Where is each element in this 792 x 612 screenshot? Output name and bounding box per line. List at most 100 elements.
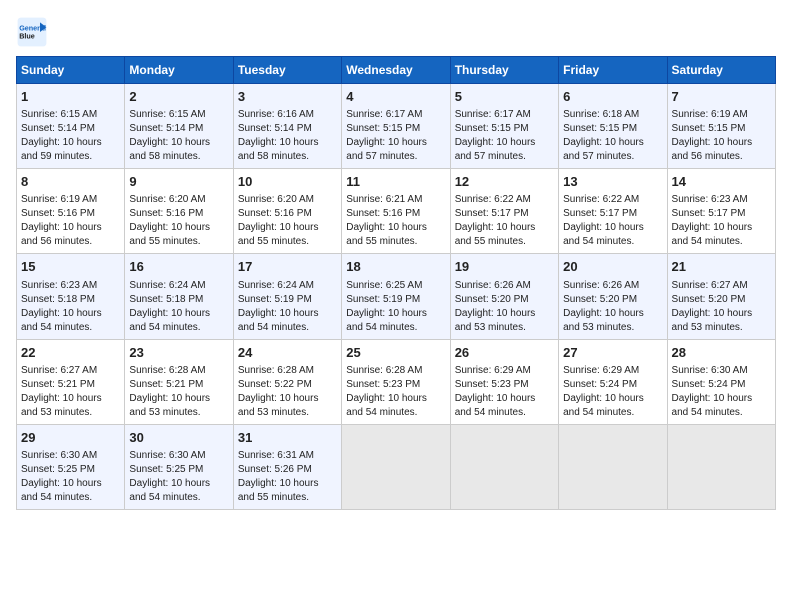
day-number: 6 xyxy=(563,88,662,106)
day-info: Sunset: 5:20 PM xyxy=(455,293,554,307)
day-info: Sunrise: 6:31 AM xyxy=(238,449,337,463)
day-number: 22 xyxy=(21,344,120,362)
day-info: Sunset: 5:18 PM xyxy=(129,293,228,307)
day-info: Daylight: 10 hours xyxy=(672,221,771,235)
day-info: Daylight: 10 hours xyxy=(129,477,228,491)
day-info: and 54 minutes. xyxy=(346,321,445,335)
calendar-cell xyxy=(667,424,775,509)
column-header-saturday: Saturday xyxy=(667,57,775,84)
day-info: Daylight: 10 hours xyxy=(563,136,662,150)
calendar-cell: 24Sunrise: 6:28 AMSunset: 5:22 PMDayligh… xyxy=(233,339,341,424)
calendar-cell: 21Sunrise: 6:27 AMSunset: 5:20 PMDayligh… xyxy=(667,254,775,339)
day-info: Sunrise: 6:29 AM xyxy=(563,364,662,378)
day-number: 5 xyxy=(455,88,554,106)
day-info: and 53 minutes. xyxy=(238,406,337,420)
calendar-cell: 19Sunrise: 6:26 AMSunset: 5:20 PMDayligh… xyxy=(450,254,558,339)
day-info: Sunset: 5:14 PM xyxy=(21,122,120,136)
day-info: and 53 minutes. xyxy=(21,406,120,420)
column-header-thursday: Thursday xyxy=(450,57,558,84)
day-info: Sunset: 5:16 PM xyxy=(129,207,228,221)
calendar-cell: 12Sunrise: 6:22 AMSunset: 5:17 PMDayligh… xyxy=(450,169,558,254)
day-info: Sunrise: 6:16 AM xyxy=(238,108,337,122)
day-info: and 54 minutes. xyxy=(21,491,120,505)
day-number: 19 xyxy=(455,258,554,276)
day-number: 21 xyxy=(672,258,771,276)
day-info: and 56 minutes. xyxy=(21,235,120,249)
calendar-cell: 10Sunrise: 6:20 AMSunset: 5:16 PMDayligh… xyxy=(233,169,341,254)
day-info: Sunset: 5:15 PM xyxy=(563,122,662,136)
day-info: and 58 minutes. xyxy=(238,150,337,164)
day-info: Sunrise: 6:26 AM xyxy=(563,279,662,293)
day-info: Sunset: 5:16 PM xyxy=(346,207,445,221)
day-info: Daylight: 10 hours xyxy=(21,477,120,491)
day-info: Sunrise: 6:30 AM xyxy=(129,449,228,463)
day-info: Daylight: 10 hours xyxy=(238,477,337,491)
calendar-cell xyxy=(450,424,558,509)
day-number: 3 xyxy=(238,88,337,106)
day-info: and 54 minutes. xyxy=(346,406,445,420)
calendar-week-row: 29Sunrise: 6:30 AMSunset: 5:25 PMDayligh… xyxy=(17,424,776,509)
day-number: 29 xyxy=(21,429,120,447)
day-info: Sunrise: 6:25 AM xyxy=(346,279,445,293)
day-info: Sunrise: 6:24 AM xyxy=(129,279,228,293)
day-info: and 56 minutes. xyxy=(672,150,771,164)
day-number: 9 xyxy=(129,173,228,191)
day-info: Sunrise: 6:19 AM xyxy=(672,108,771,122)
column-header-monday: Monday xyxy=(125,57,233,84)
calendar-cell: 11Sunrise: 6:21 AMSunset: 5:16 PMDayligh… xyxy=(342,169,450,254)
calendar-cell: 1Sunrise: 6:15 AMSunset: 5:14 PMDaylight… xyxy=(17,84,125,169)
day-info: and 54 minutes. xyxy=(129,321,228,335)
day-info: Daylight: 10 hours xyxy=(129,221,228,235)
day-info: Sunrise: 6:20 AM xyxy=(129,193,228,207)
day-number: 12 xyxy=(455,173,554,191)
day-info: Sunrise: 6:29 AM xyxy=(455,364,554,378)
day-info: Sunset: 5:15 PM xyxy=(455,122,554,136)
day-info: Daylight: 10 hours xyxy=(455,392,554,406)
day-info: Daylight: 10 hours xyxy=(455,221,554,235)
day-info: and 55 minutes. xyxy=(238,491,337,505)
calendar-cell: 9 Sunrise: 6:20 AMSunset: 5:16 PMDaylight… xyxy=(125,169,233,254)
calendar-cell: 8Sunrise: 6:19 AMSunset: 5:16 PMDaylight… xyxy=(17,169,125,254)
calendar-cell: 29Sunrise: 6:30 AMSunset: 5:25 PMDayligh… xyxy=(17,424,125,509)
day-info: Daylight: 10 hours xyxy=(238,307,337,321)
day-info: Daylight: 10 hours xyxy=(563,221,662,235)
calendar-table: SundayMondayTuesdayWednesdayThursdayFrid… xyxy=(16,56,776,510)
day-info: Daylight: 10 hours xyxy=(21,221,120,235)
day-info: Daylight: 10 hours xyxy=(346,307,445,321)
day-info: and 55 minutes. xyxy=(346,235,445,249)
day-info: Sunrise: 6:15 AM xyxy=(129,108,228,122)
day-info: and 55 minutes. xyxy=(455,235,554,249)
day-number: 2 xyxy=(129,88,228,106)
calendar-cell: 5Sunrise: 6:17 AMSunset: 5:15 PMDaylight… xyxy=(450,84,558,169)
day-info: Sunset: 5:25 PM xyxy=(129,463,228,477)
day-info: Daylight: 10 hours xyxy=(563,392,662,406)
day-info: Daylight: 10 hours xyxy=(346,136,445,150)
calendar-week-row: 8Sunrise: 6:19 AMSunset: 5:16 PMDaylight… xyxy=(17,169,776,254)
day-info: and 59 minutes. xyxy=(21,150,120,164)
day-info: Sunrise: 6:30 AM xyxy=(672,364,771,378)
day-info: Sunrise: 6:26 AM xyxy=(455,279,554,293)
calendar-cell: 23Sunrise: 6:28 AMSunset: 5:21 PMDayligh… xyxy=(125,339,233,424)
day-info: Sunset: 5:19 PM xyxy=(346,293,445,307)
day-info: and 54 minutes. xyxy=(563,235,662,249)
day-number: 10 xyxy=(238,173,337,191)
day-info: Daylight: 10 hours xyxy=(672,136,771,150)
day-info: Daylight: 10 hours xyxy=(238,221,337,235)
calendar-week-row: 22Sunrise: 6:27 AMSunset: 5:21 PMDayligh… xyxy=(17,339,776,424)
day-info: Sunset: 5:14 PM xyxy=(238,122,337,136)
day-info: Sunrise: 6:28 AM xyxy=(346,364,445,378)
day-info: Daylight: 10 hours xyxy=(129,392,228,406)
day-info: and 53 minutes. xyxy=(455,321,554,335)
day-number: 30 xyxy=(129,429,228,447)
day-info: Sunset: 5:25 PM xyxy=(21,463,120,477)
day-number: 24 xyxy=(238,344,337,362)
day-info: Sunset: 5:17 PM xyxy=(563,207,662,221)
calendar-cell: 18Sunrise: 6:25 AMSunset: 5:19 PMDayligh… xyxy=(342,254,450,339)
day-info: and 53 minutes. xyxy=(129,406,228,420)
day-info: Sunrise: 6:17 AM xyxy=(455,108,554,122)
day-info: Sunrise: 6:15 AM xyxy=(21,108,120,122)
day-info: Daylight: 10 hours xyxy=(238,392,337,406)
day-info: and 54 minutes. xyxy=(455,406,554,420)
day-info: Daylight: 10 hours xyxy=(238,136,337,150)
day-number: 26 xyxy=(455,344,554,362)
